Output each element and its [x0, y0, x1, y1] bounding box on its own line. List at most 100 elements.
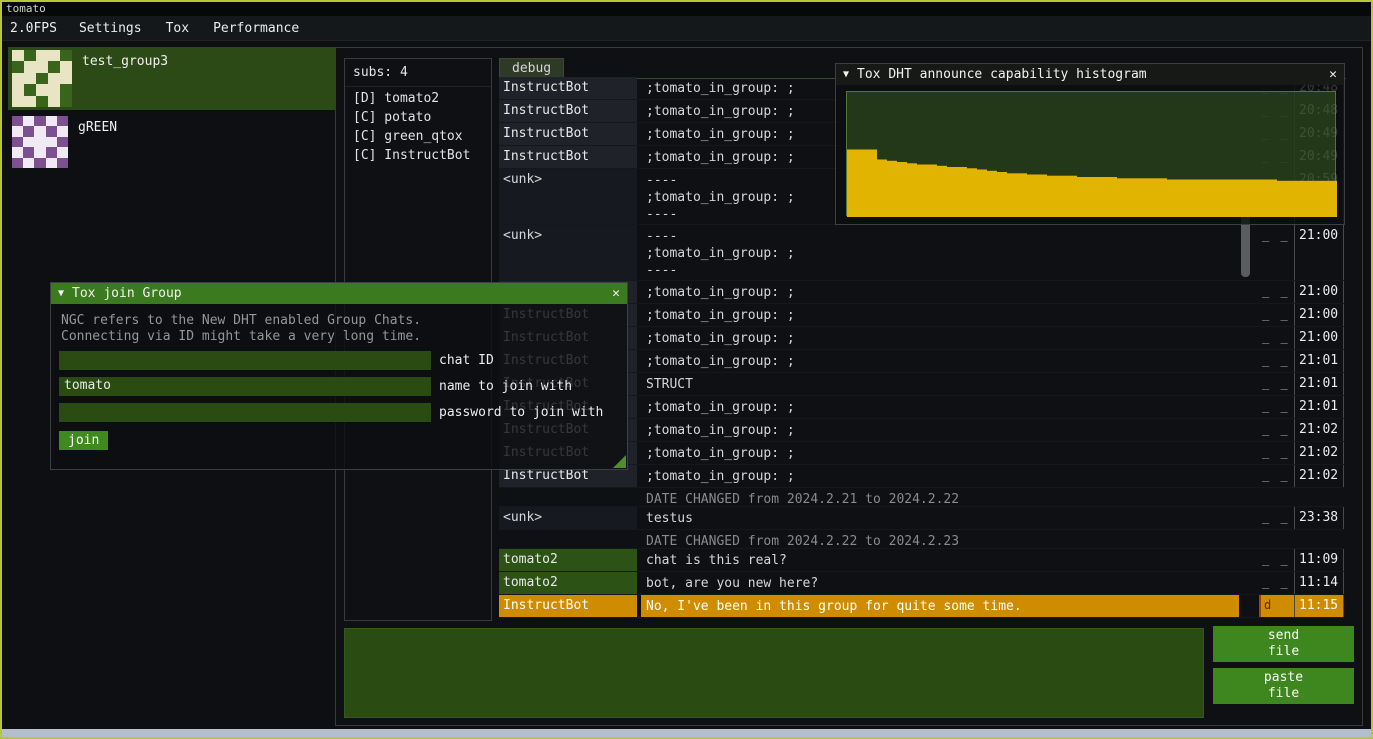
chat-row: tomato2chat is this real? _ _11:09	[499, 549, 1344, 572]
delivery-flags: _ _	[1259, 396, 1294, 418]
join-window-titlebar[interactable]: ▼ Tox join Group ✕	[51, 283, 627, 304]
histogram-chart	[847, 92, 1337, 217]
message-text: ;tomato_in_group: ;	[641, 304, 1239, 326]
bottom-strip	[2, 729, 1371, 737]
message-text: bot, are you new here?	[641, 572, 1239, 594]
collapse-icon[interactable]: ▼	[843, 69, 849, 80]
chat-id-label: chat ID	[439, 353, 494, 368]
contact-name: test_group3	[82, 50, 168, 69]
join-password-input[interactable]	[59, 403, 431, 422]
member-item[interactable]: [D] tomato2	[345, 89, 491, 108]
timestamp: 21:02	[1294, 465, 1344, 487]
member-item[interactable]: [C] green_qtox	[345, 127, 491, 146]
message-input[interactable]	[344, 628, 1204, 718]
histogram-window-titlebar[interactable]: ▼ Tox DHT announce capability histogram …	[836, 64, 1344, 85]
sender-name: <unk>	[499, 225, 637, 280]
paste-file-button[interactable]: paste file	[1213, 668, 1354, 704]
sender-name: InstructBot	[499, 146, 637, 168]
chat-row: <unk>---- ;tomato_in_group: ; ---- _ _21:…	[499, 225, 1344, 281]
menu-settings[interactable]: Settings	[67, 21, 154, 36]
message-text: ;tomato_in_group: ;	[641, 327, 1239, 349]
close-icon[interactable]: ✕	[1329, 67, 1337, 82]
sender-name: InstructBot	[499, 595, 637, 617]
menu-tox[interactable]: Tox	[154, 21, 201, 36]
chat-row: <unk>testus_ _23:38	[499, 507, 1344, 530]
join-window-title: Tox join Group	[72, 286, 182, 301]
delivery-flags: _ _	[1259, 507, 1294, 529]
timestamp: 21:01	[1294, 396, 1344, 418]
contact-gREEN[interactable]: gREEN	[8, 113, 340, 171]
message-text: ;tomato_in_group: ;	[641, 281, 1239, 303]
message-text: chat is this real?	[641, 549, 1239, 571]
join-name-input[interactable]: tomato	[59, 377, 431, 396]
delivery-flags: d	[1259, 595, 1294, 617]
delivery-flags: _ _	[1259, 419, 1294, 441]
timestamp: 11:09	[1294, 549, 1344, 571]
delivery-flags: _ _	[1259, 572, 1294, 594]
delivery-flags: _ _	[1259, 373, 1294, 395]
app-window: tomato 2.0FPSSettingsToxPerformance test…	[0, 0, 1373, 739]
date-text: DATE CHANGED from 2024.2.22 to 2024.2.23	[641, 530, 1239, 548]
message-text: ;tomato_in_group: ;	[641, 396, 1239, 418]
subs-count: subs: 4	[345, 59, 491, 87]
sender-name: tomato2	[499, 549, 637, 571]
close-icon[interactable]: ✕	[612, 286, 620, 301]
join-button[interactable]: join	[59, 431, 108, 450]
message-text: ;tomato_in_group: ;	[641, 465, 1239, 487]
menu-performance[interactable]: Performance	[201, 21, 311, 36]
date-separator: DATE CHANGED from 2024.2.22 to 2024.2.23	[499, 530, 1344, 549]
resize-grip[interactable]	[613, 455, 626, 468]
delivery-flags: _ _	[1259, 281, 1294, 303]
delivery-flags: _ _	[1259, 350, 1294, 372]
timestamp: 21:01	[1294, 373, 1344, 395]
menu-bar: 2.0FPSSettingsToxPerformance	[2, 16, 1371, 41]
message-text: No, I've been in this group for quite so…	[641, 595, 1239, 617]
timestamp: 21:00	[1294, 281, 1344, 303]
contact-name: gREEN	[78, 116, 117, 135]
timestamp: 21:00	[1294, 225, 1344, 280]
delivery-flags: _ _	[1259, 304, 1294, 326]
contact-list: test_group3 gREEN	[8, 47, 340, 174]
message-text: STRUCT	[641, 373, 1239, 395]
join-name-label: name to join with	[439, 379, 572, 394]
join-password-label: password to join with	[439, 405, 603, 420]
timestamp: 21:00	[1294, 304, 1344, 326]
send-file-button[interactable]: send file	[1213, 626, 1354, 662]
timestamp: 21:01	[1294, 350, 1344, 372]
join-info-line-1: NGC refers to the New DHT enabled Group …	[61, 313, 619, 328]
sender-name: InstructBot	[499, 123, 637, 145]
timestamp: 11:14	[1294, 572, 1344, 594]
delivery-flags: _ _	[1259, 327, 1294, 349]
avatar	[12, 116, 68, 168]
sender-name: tomato2	[499, 572, 637, 594]
member-item[interactable]: [C] InstructBot	[345, 146, 491, 165]
chat-id-input[interactable]	[59, 351, 431, 370]
timestamp: 21:02	[1294, 442, 1344, 464]
member-item[interactable]: [C] potato	[345, 108, 491, 127]
sender-name: InstructBot	[499, 77, 637, 99]
sender-name: <unk>	[499, 507, 637, 529]
join-window-body: NGC refers to the New DHT enabled Group …	[51, 304, 627, 458]
histogram-window-title: Tox DHT announce capability histogram	[857, 67, 1147, 82]
dht-histogram-plot	[846, 91, 1336, 216]
timestamp: 11:15	[1294, 595, 1344, 617]
timestamp: 21:02	[1294, 419, 1344, 441]
window-title: tomato	[6, 2, 46, 15]
contact-test_group3[interactable]: test_group3	[8, 47, 340, 110]
delivery-flags: _ _	[1259, 225, 1294, 280]
message-text: ---- ;tomato_in_group: ; ----	[641, 225, 1239, 280]
message-text: ;tomato_in_group: ;	[641, 350, 1239, 372]
join-info-line-2: Connecting via ID might take a very long…	[61, 329, 619, 344]
delivery-flags: _ _	[1259, 465, 1294, 487]
message-text: ;tomato_in_group: ;	[641, 419, 1239, 441]
timestamp: 21:00	[1294, 327, 1344, 349]
date-text: DATE CHANGED from 2024.2.21 to 2024.2.22	[641, 488, 1239, 506]
member-list: [D] tomato2[C] potato[C] green_qtox[C] I…	[345, 89, 491, 165]
window-titlebar: tomato	[2, 2, 1371, 16]
fps-counter: 2.0FPS	[2, 21, 67, 36]
sender-name: InstructBot	[499, 100, 637, 122]
date-separator: DATE CHANGED from 2024.2.21 to 2024.2.22	[499, 488, 1344, 507]
collapse-icon[interactable]: ▼	[58, 288, 64, 299]
tab-debug[interactable]: debug	[499, 58, 564, 79]
delivery-flags: _ _	[1259, 549, 1294, 571]
